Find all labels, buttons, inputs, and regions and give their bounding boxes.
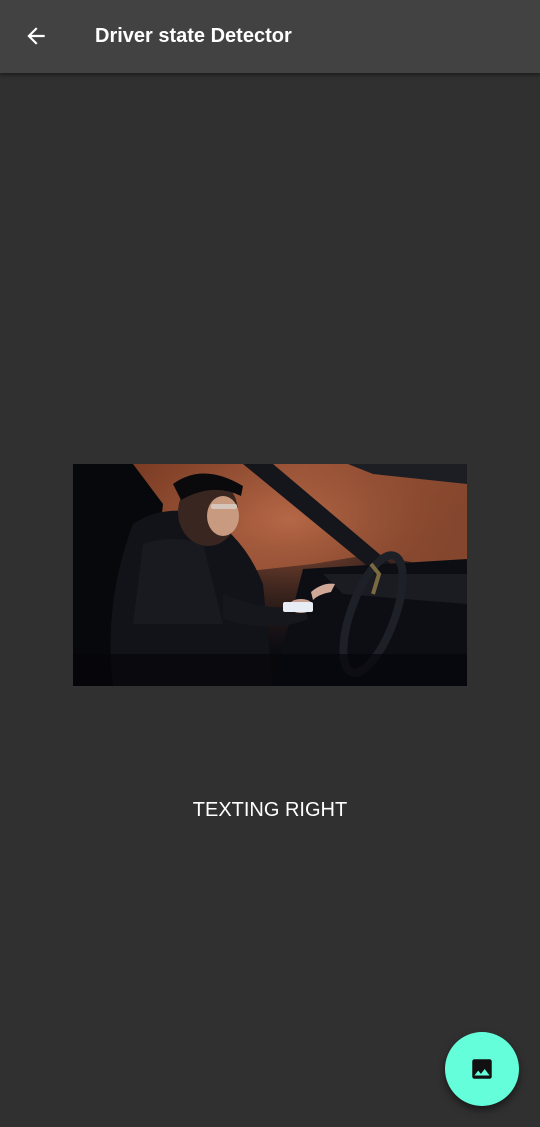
driver-photo <box>73 464 467 686</box>
page-title: Driver state Detector <box>95 25 292 47</box>
back-button[interactable] <box>12 12 60 60</box>
pick-image-button[interactable] <box>445 1032 519 1106</box>
arrow-back-icon <box>27 27 45 45</box>
app-bar: Driver state Detector <box>0 0 540 73</box>
detection-result: TEXTING RIGHT <box>192 799 348 821</box>
image-icon <box>472 1059 492 1079</box>
